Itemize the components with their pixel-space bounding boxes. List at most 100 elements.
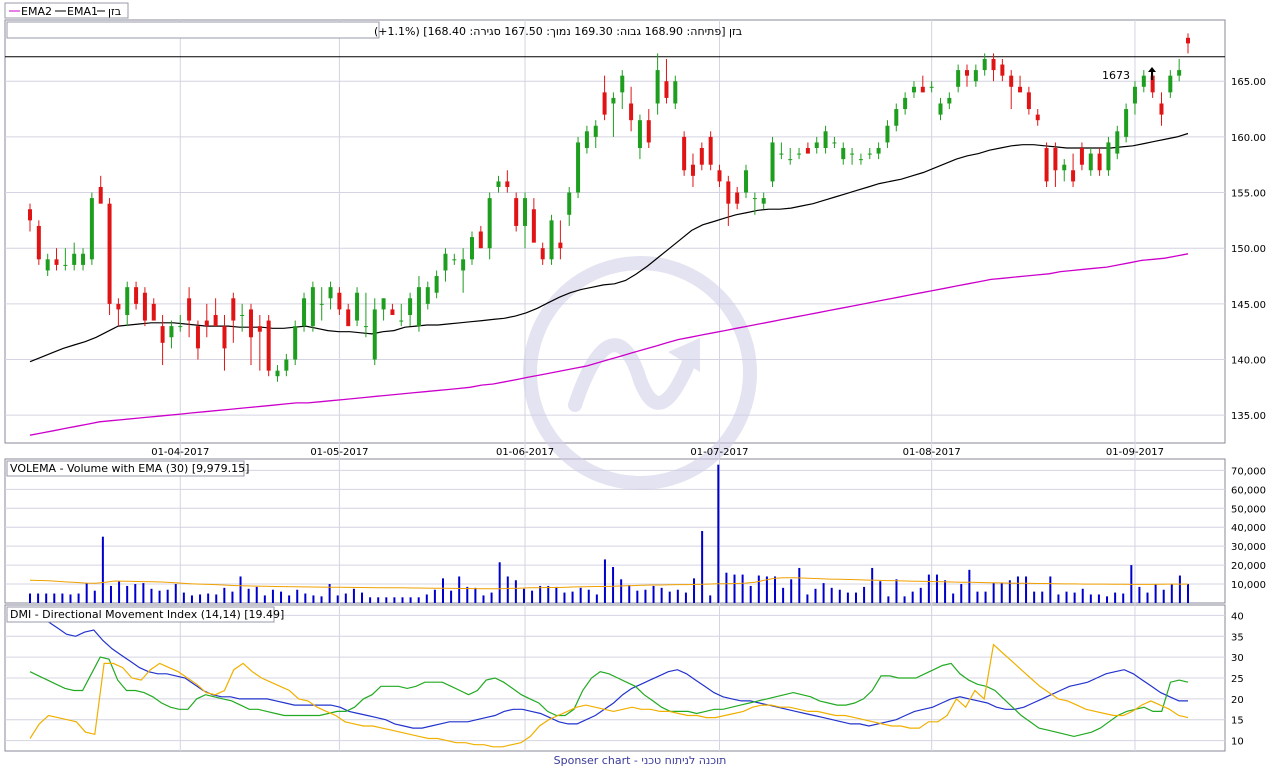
candle-body	[708, 136, 713, 165]
volume-bar	[369, 597, 372, 603]
price-tick-label: 160.00	[1231, 133, 1266, 144]
candle-body	[408, 298, 413, 315]
candle-body	[257, 326, 262, 332]
volume-bar	[709, 595, 712, 603]
volume-tick-label: 60,000	[1231, 485, 1266, 496]
dmi-tick-label: 40	[1231, 611, 1244, 622]
volume-bar	[263, 595, 266, 603]
volume-bar	[693, 578, 696, 603]
date-tick-label: 01-09-2017	[1106, 447, 1164, 458]
volume-bar	[393, 597, 396, 603]
candle-body	[28, 209, 32, 221]
price-header: בזן [פתיחה: 168.90 גבוה: 169.30 נמוך: 16…	[6, 21, 742, 39]
candle-body	[699, 148, 704, 165]
dmi-tick-label: 10	[1231, 737, 1244, 748]
candle-body	[1009, 75, 1014, 87]
volume-bar	[717, 464, 720, 603]
volume-bar	[417, 597, 420, 603]
volume-bar	[1089, 594, 1092, 603]
volume-bar	[701, 531, 704, 603]
candle-body	[266, 320, 271, 371]
candle-body	[832, 142, 837, 144]
annotation-label: 1673	[1102, 69, 1130, 82]
candle-body	[45, 259, 50, 271]
volume-bar	[992, 583, 995, 603]
volume-bar	[668, 591, 671, 603]
volume-bar	[1097, 594, 1100, 603]
volume-bar	[1049, 576, 1052, 603]
volume-bar	[93, 590, 96, 603]
candle-body	[1035, 114, 1040, 121]
volume-bar	[1057, 594, 1060, 603]
candle-body	[982, 58, 987, 71]
candle-body	[611, 97, 616, 104]
volume-bar	[684, 592, 687, 603]
candle-body	[98, 186, 103, 204]
candle-body	[195, 326, 200, 349]
candle-body	[620, 75, 625, 93]
volume-bar	[352, 588, 355, 603]
candle-body	[726, 181, 731, 204]
volume-bar	[838, 589, 841, 603]
volume-tick-label: 50,000	[1231, 504, 1266, 515]
volume-bar	[749, 585, 752, 603]
candle-body	[735, 192, 740, 204]
stock-chart: EMA2 EMA1 בזן 135.00 140.00 145.00 150.00 15…	[0, 0, 1280, 768]
volume-bar	[952, 593, 955, 603]
volume-bar	[344, 593, 347, 603]
candle-body	[81, 253, 86, 265]
candle-body	[805, 148, 810, 154]
volume-title-text: VOLEMA - Volume with EMA (30) [9,979.15]	[10, 462, 249, 475]
candle-body	[505, 181, 510, 187]
volume-bar	[652, 585, 655, 603]
price-header-text: בזן [פתיחה: 168.90 גבוה: 169.30 נמוך: 16…	[374, 25, 742, 38]
candle-body	[1018, 86, 1023, 93]
price-header-box	[6, 21, 380, 39]
volume-bar	[871, 567, 874, 603]
candle-body	[213, 314, 218, 327]
candle-body	[929, 86, 934, 88]
candle-body	[319, 303, 324, 305]
candle-body	[673, 81, 678, 104]
volume-bar	[636, 590, 639, 603]
volume-bar	[37, 593, 40, 603]
candle-body	[1159, 103, 1164, 115]
volume-bar	[514, 580, 517, 603]
candle-body	[63, 264, 68, 266]
volume-bar	[628, 585, 631, 603]
candle-body	[841, 148, 846, 160]
candle-body	[690, 164, 695, 176]
volume-bar	[676, 589, 679, 603]
candle-body	[160, 326, 165, 343]
volume-bar	[539, 585, 542, 603]
candle-body	[593, 125, 598, 137]
volume-bar	[409, 597, 412, 603]
candle-body	[717, 170, 722, 182]
volume-bar	[166, 589, 169, 603]
candle-body	[425, 287, 430, 304]
candle-body	[903, 97, 908, 110]
volume-bar	[733, 574, 736, 603]
volume-bar	[612, 567, 615, 603]
volume-bar	[1178, 575, 1181, 603]
candle-body	[284, 359, 289, 371]
volume-bar	[142, 583, 145, 603]
candle-body	[514, 198, 519, 226]
candle-body	[646, 120, 651, 143]
candle-body	[142, 292, 147, 321]
volume-bar	[450, 590, 453, 603]
volume-bar	[385, 597, 388, 603]
volume-bar	[433, 589, 436, 603]
candle-body	[302, 298, 307, 327]
volume-bar	[741, 574, 744, 603]
candle-body	[1115, 131, 1120, 154]
candle-body	[116, 303, 121, 310]
volume-bar	[774, 576, 777, 603]
volume-bar	[474, 587, 477, 603]
volume-bar	[304, 593, 307, 603]
candle-body	[1097, 153, 1102, 171]
candle-body	[1132, 86, 1137, 104]
volume-bar	[69, 594, 72, 603]
volume-bar	[571, 591, 574, 603]
volume-bar	[1170, 584, 1173, 603]
